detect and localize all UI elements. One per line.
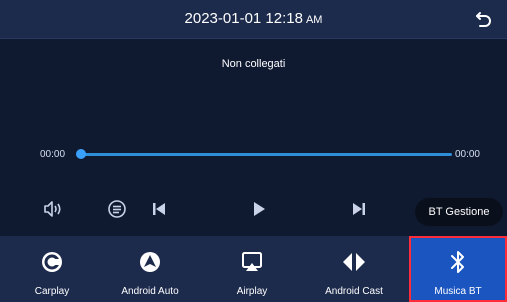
total-time: 00:00: [454, 149, 480, 160]
eq-button[interactable]: [104, 197, 130, 221]
airplay-icon: [242, 252, 262, 271]
back-arrow-icon: [476, 12, 491, 27]
play-icon: [254, 202, 265, 216]
back-button[interactable]: [471, 6, 497, 32]
nav-label-airplay: Airplay: [236, 286, 268, 297]
android-cast-icon: [343, 253, 365, 271]
next-track-icon: [353, 203, 365, 215]
connection-status: Non collegati: [221, 58, 286, 70]
nav-item-musica-bt[interactable]: Musica BT: [409, 236, 507, 302]
android-auto-icon: [140, 252, 160, 272]
next-button[interactable]: [346, 197, 372, 221]
nav-label-android-cast: Android Cast: [325, 286, 383, 297]
current-time: 00:00: [40, 149, 66, 160]
play-button[interactable]: [246, 197, 272, 221]
nav-label-musica-bt: Musica BT: [434, 286, 482, 297]
top-bar: 2023-01-01 12:18 AM: [0, 0, 507, 39]
bt-manage-button[interactable]: BT Gestione: [415, 198, 503, 226]
nav-item-android-cast[interactable]: Android Cast: [304, 236, 404, 302]
progress-track[interactable]: [80, 153, 452, 156]
nav-item-carplay[interactable]: Carplay: [2, 236, 102, 302]
previous-button[interactable]: [146, 197, 172, 221]
player-area: Non collegati 00:00 00:00 BT Gestione: [0, 39, 507, 236]
bottom-nav: Carplay Android Auto Airplay Android Cas…: [0, 236, 507, 302]
clock-ampm: AM: [305, 14, 323, 26]
clock-datetime: 2023-01-01 12:18: [184, 10, 303, 27]
nav-label-android-auto: Android Auto: [121, 286, 179, 297]
equalizer-icon: [108, 200, 126, 218]
nav-item-airplay[interactable]: Airplay: [202, 236, 302, 302]
previous-track-icon: [153, 203, 165, 215]
volume-icon: [44, 201, 61, 217]
clock: 2023-01-01 12:18 AM: [0, 10, 507, 27]
carplay-icon: [42, 252, 62, 272]
bluetooth-icon: [451, 251, 464, 273]
nav-label-carplay: Carplay: [34, 286, 70, 297]
progress-thumb[interactable]: [76, 149, 86, 159]
nav-item-android-auto[interactable]: Android Auto: [100, 236, 200, 302]
volume-button[interactable]: [40, 197, 66, 221]
